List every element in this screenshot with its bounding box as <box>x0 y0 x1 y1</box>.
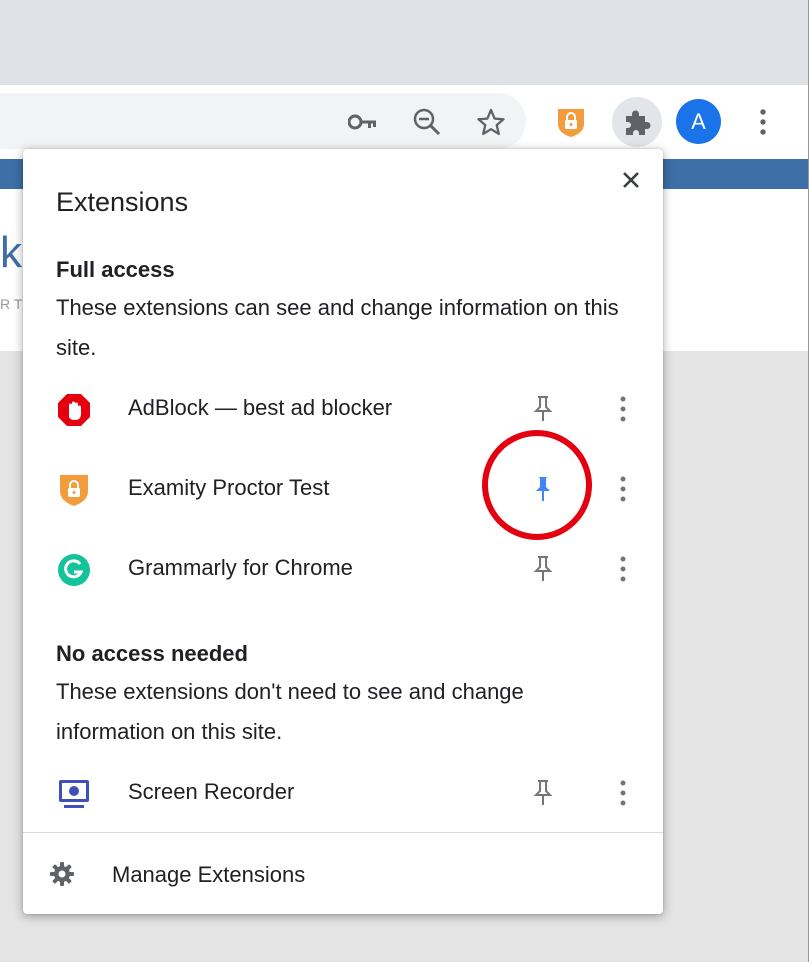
no-access-description: These extensions don't need to see and c… <box>56 679 524 744</box>
extension-row-grammarly[interactable]: Grammarly for Chrome <box>23 539 663 599</box>
more-vert-icon <box>620 476 626 502</box>
more-vert-icon[interactable] <box>741 100 785 144</box>
avatar[interactable]: A <box>676 99 721 144</box>
manage-extensions-label: Manage Extensions <box>112 862 306 887</box>
key-icon[interactable] <box>341 100 385 144</box>
pin-button[interactable] <box>523 389 563 429</box>
pin-button[interactable] <box>523 773 563 813</box>
close-icon[interactable] <box>616 165 646 195</box>
extension-name: Grammarly for Chrome <box>128 555 353 580</box>
extension-more-button[interactable] <box>603 549 643 589</box>
pin-filled-icon <box>536 477 550 501</box>
screen-recorder-icon <box>59 780 89 808</box>
puzzle-icon[interactable] <box>612 97 662 147</box>
gear-icon <box>50 862 74 886</box>
pin-button[interactable] <box>523 549 563 589</box>
extension-name: AdBlock — best ad blocker <box>128 395 393 420</box>
grammarly-icon <box>58 554 90 586</box>
examity-icon <box>60 475 88 506</box>
extension-more-button[interactable] <box>603 389 643 429</box>
manage-extensions-button[interactable]: Manage Extensions <box>23 833 663 914</box>
more-vert-icon <box>620 556 626 582</box>
extension-row-examity[interactable]: Examity Proctor Test <box>23 459 663 519</box>
pin-button-active[interactable] <box>523 469 563 509</box>
extension-name: Screen Recorder <box>128 779 295 804</box>
more-vert-icon <box>620 780 626 806</box>
extension-more-button[interactable] <box>603 469 643 509</box>
full-access-heading: Full access <box>56 257 175 282</box>
adblock-icon <box>58 394 90 426</box>
extension-row-screen-recorder[interactable]: Screen Recorder <box>23 763 663 823</box>
pin-icon <box>533 780 553 805</box>
pin-icon <box>533 396 553 421</box>
extension-more-button[interactable] <box>603 773 643 813</box>
extensions-popup: Extensions Full access These extensions … <box>23 149 663 914</box>
tab-strip <box>0 0 808 86</box>
zoom-out-icon[interactable] <box>405 100 449 144</box>
extension-name: Examity Proctor Test <box>128 475 330 500</box>
more-vert-icon <box>620 396 626 422</box>
pin-icon <box>533 556 553 581</box>
star-icon[interactable] <box>469 100 513 144</box>
extension-row-adblock[interactable]: AdBlock — best ad blocker <box>23 379 663 439</box>
full-access-description: These extensions can see and change info… <box>56 295 619 360</box>
popup-title: Extensions <box>56 187 189 217</box>
examity-extension-icon[interactable] <box>549 100 593 144</box>
no-access-heading: No access needed <box>56 641 248 666</box>
